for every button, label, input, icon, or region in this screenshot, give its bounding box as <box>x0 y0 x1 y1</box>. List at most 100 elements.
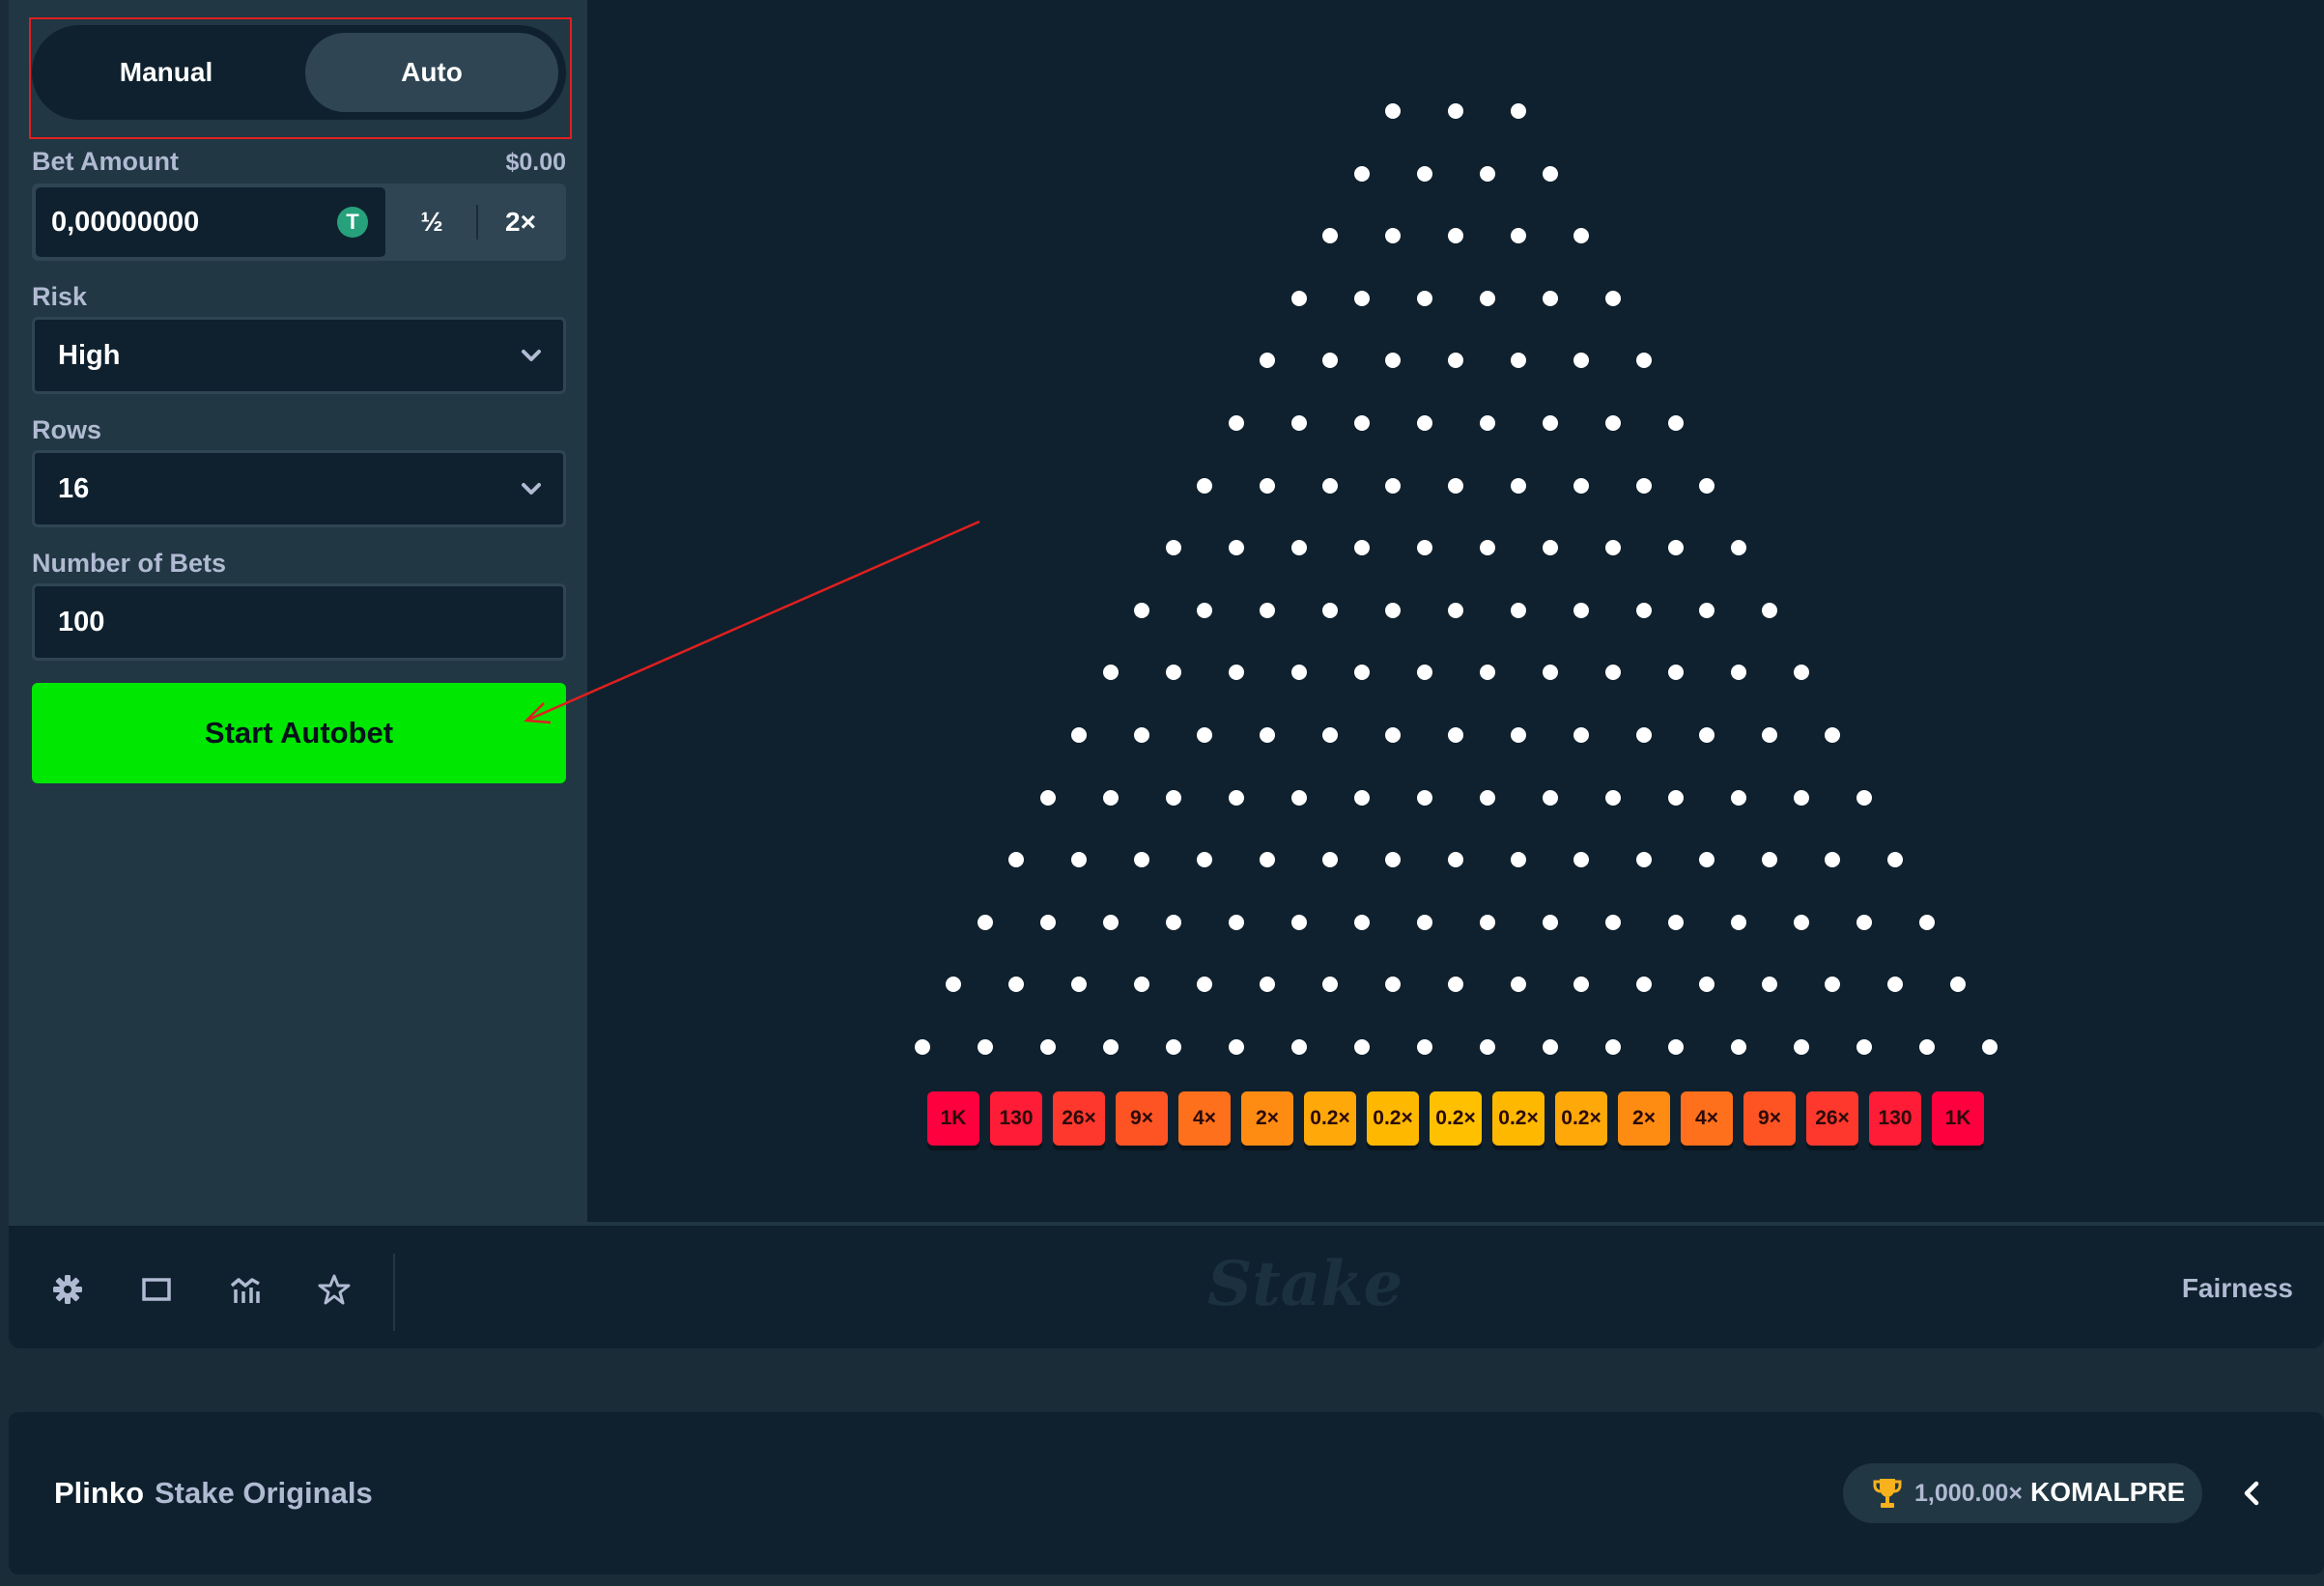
double-bet-button[interactable]: 2× <box>478 187 563 257</box>
peg <box>1825 977 1840 993</box>
peg <box>1573 977 1589 993</box>
start-autobet-button[interactable]: Start Autobet <box>32 683 566 783</box>
peg <box>1604 665 1621 681</box>
rows-select[interactable]: 16 <box>32 450 566 527</box>
peg <box>1353 1039 1370 1055</box>
peg <box>1385 103 1401 119</box>
peg <box>1322 727 1338 743</box>
peg <box>1353 415 1370 431</box>
bet-amount-input[interactable]: 0,00000000 T <box>36 187 385 257</box>
plinko-board: 1K 130 26× 9× 4× 2× 0.2× 0.2× 0.2× 0.2× 0.2× 2× 4× 9×… <box>587 0 2324 1222</box>
peg <box>1479 415 1495 431</box>
peg <box>1260 852 1275 868</box>
peg <box>1448 727 1463 743</box>
peg <box>1542 665 1558 681</box>
peg <box>1260 477 1275 494</box>
peg <box>1448 228 1463 244</box>
theatre-mode-icon[interactable] <box>139 1272 174 1307</box>
peg <box>1322 353 1338 369</box>
peg <box>1448 602 1463 618</box>
rows-label: Rows <box>32 415 102 444</box>
multiplier-bucket: 1K <box>927 1091 979 1146</box>
peg <box>1793 914 1809 930</box>
peg <box>1322 602 1338 618</box>
peg <box>1730 789 1746 806</box>
peg <box>1793 1039 1809 1055</box>
bet-sidebar: Manual Auto Bet Amount $0.00 0,00000000 … <box>9 0 587 1222</box>
peg <box>1636 602 1652 618</box>
peg <box>1290 1039 1307 1055</box>
rows-value: 16 <box>58 472 90 504</box>
annotation-highlight-box <box>29 17 572 139</box>
game-provider-link[interactable]: Stake Originals <box>155 1476 373 1511</box>
peg <box>1573 852 1589 868</box>
risk-select[interactable]: High <box>32 317 566 394</box>
fairness-link[interactable]: Fairness <box>2182 1273 2293 1304</box>
peg <box>1228 415 1244 431</box>
peg <box>1604 290 1621 306</box>
peg <box>1511 727 1526 743</box>
peg <box>1290 290 1307 306</box>
peg <box>1856 914 1872 930</box>
peg <box>1416 914 1432 930</box>
record-username[interactable]: KOMALPRE <box>2030 1477 2185 1508</box>
peg <box>1385 852 1401 868</box>
peg <box>1667 415 1684 431</box>
peg <box>1573 477 1589 494</box>
peg <box>1730 665 1746 681</box>
multiplier-bucket: 0.2× <box>1430 1091 1482 1146</box>
peg <box>1448 103 1463 119</box>
peg <box>1604 914 1621 930</box>
game-frame: Manual Auto Bet Amount $0.00 0,00000000 … <box>9 0 2324 1348</box>
multiplier-bucket: 2× <box>1618 1091 1670 1146</box>
chevron-left-icon[interactable] <box>2237 1476 2266 1511</box>
multiplier-bucket: 0.2× <box>1367 1091 1419 1146</box>
peg <box>1416 540 1432 556</box>
peg <box>1573 602 1589 618</box>
stats-icon[interactable] <box>228 1272 263 1307</box>
peg <box>1134 852 1149 868</box>
multiplier-bucket: 4× <box>1178 1091 1231 1146</box>
peg <box>1102 665 1119 681</box>
peg <box>1542 415 1558 431</box>
risk-value: High <box>58 339 121 371</box>
record-multiplier: 1,000.00× <box>1914 1480 2023 1507</box>
peg <box>1385 977 1401 993</box>
half-bet-button[interactable]: ½ <box>389 187 474 257</box>
peg <box>1197 977 1212 993</box>
peg <box>1260 353 1275 369</box>
peg <box>1165 789 1181 806</box>
bet-amount-group: 0,00000000 T ½ 2× <box>32 184 566 261</box>
settings-icon[interactable] <box>50 1272 85 1307</box>
peg <box>1667 540 1684 556</box>
peg <box>1102 914 1119 930</box>
peg <box>1604 415 1621 431</box>
peg <box>1008 852 1024 868</box>
bet-amount-label: Bet Amount <box>32 147 179 176</box>
peg <box>1448 477 1463 494</box>
multiplier-bucket: 26× <box>1806 1091 1858 1146</box>
favourite-star-icon[interactable] <box>317 1272 352 1307</box>
multiplier-bucket: 4× <box>1681 1091 1733 1146</box>
peg <box>1479 540 1495 556</box>
peg <box>1071 727 1087 743</box>
peg <box>1165 914 1181 930</box>
peg <box>1511 602 1526 618</box>
peg <box>1542 540 1558 556</box>
peg <box>1667 914 1684 930</box>
peg <box>1730 914 1746 930</box>
peg <box>977 914 993 930</box>
peg <box>1197 727 1212 743</box>
peg <box>1542 290 1558 306</box>
peg <box>1762 602 1777 618</box>
peg <box>1511 103 1526 119</box>
peg <box>1290 415 1307 431</box>
peg <box>1290 665 1307 681</box>
peg <box>1762 977 1777 993</box>
peg <box>1353 914 1370 930</box>
peg <box>1479 914 1495 930</box>
peg <box>1134 977 1149 993</box>
multiplier-bucket: 0.2× <box>1492 1091 1545 1146</box>
number-of-bets-input[interactable]: 100 <box>32 583 566 661</box>
peg <box>1197 852 1212 868</box>
